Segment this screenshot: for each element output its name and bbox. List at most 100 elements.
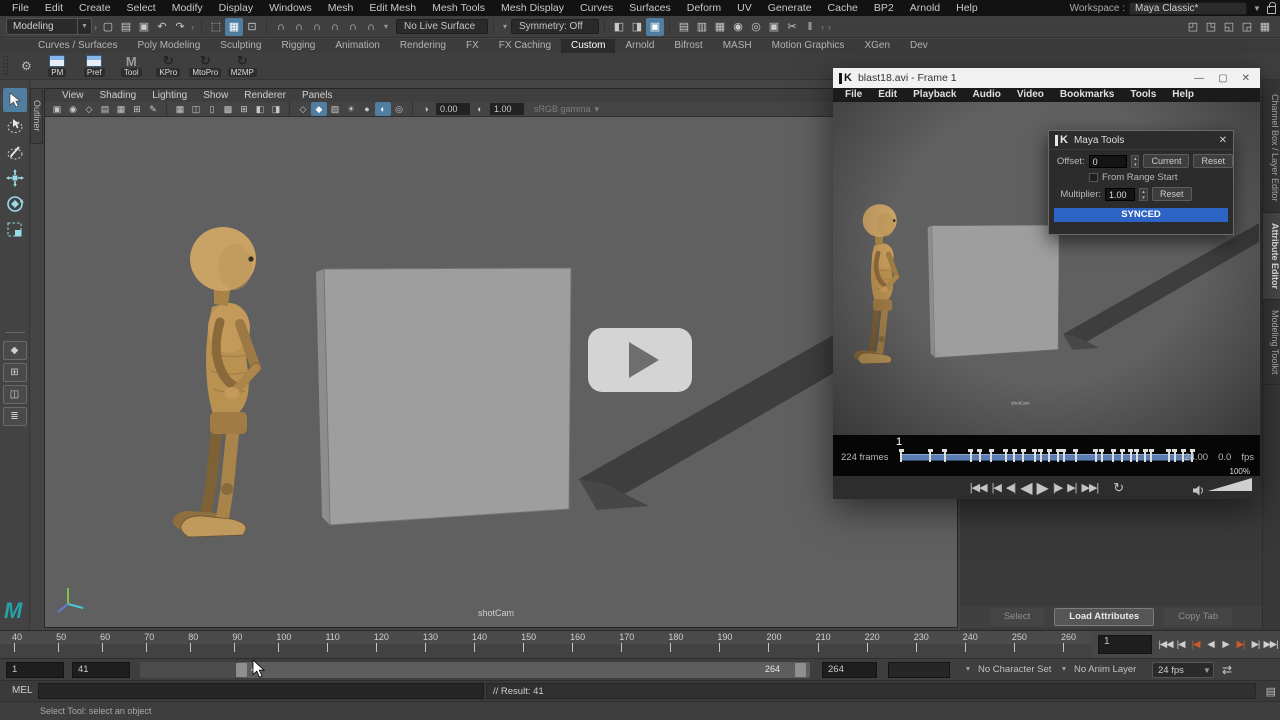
bookmark-tick[interactable] [1101, 449, 1103, 462]
bookmark-tick[interactable] [929, 449, 931, 462]
step-back-button[interactable]: ◀| [1006, 481, 1015, 494]
workspace-caret-icon[interactable]: ▼ [1251, 4, 1263, 13]
attribute-editor-toggle-icon[interactable]: ◱ [1220, 18, 1238, 36]
two-pane-layout-button[interactable]: ◫ [3, 385, 27, 404]
tab-modeling-toolkit[interactable]: Modeling Toolkit [1263, 300, 1280, 385]
minimize-button[interactable]: — [1194, 73, 1204, 84]
menu-item[interactable]: Edit [870, 88, 905, 102]
multiplier-spinner[interactable]: ▴▾ [1139, 188, 1148, 201]
offset-field[interactable]: 0 [1089, 155, 1128, 168]
shelf-item-tool[interactable]: M Tool [114, 55, 149, 77]
resolution-gate-icon[interactable]: ▯ [204, 102, 220, 116]
time-slider[interactable]: 4050607080901001101201301401501601701801… [0, 631, 1092, 658]
select-hierarchy-icon[interactable]: ⬚ [207, 18, 225, 36]
safe-title-icon[interactable]: ◨ [268, 102, 284, 116]
render-settings-icon[interactable]: ▤ [675, 18, 693, 36]
scale-tool[interactable] [3, 218, 27, 242]
synced-button[interactable]: SYNCED [1054, 208, 1228, 222]
menu-item[interactable]: View [55, 89, 91, 102]
dialog-titlebar[interactable]: K Maya Tools ✕ [1049, 131, 1233, 150]
menu-item[interactable]: UV [729, 0, 760, 16]
offset-spinner[interactable]: ▴▾ [1131, 155, 1139, 168]
bookmark-tick[interactable] [1174, 449, 1176, 462]
bookmark-tick[interactable] [900, 449, 902, 462]
bookmark-tick[interactable] [944, 449, 946, 462]
bookmark-tick[interactable] [1040, 449, 1042, 462]
volume-slider[interactable] [1208, 478, 1252, 491]
move-tool[interactable] [3, 166, 27, 190]
range-start-handle[interactable] [236, 663, 247, 677]
shelf-item-m2mp[interactable]: ↻ M2MP [225, 55, 260, 77]
load-attributes-button[interactable]: Load Attributes [1054, 608, 1154, 626]
shelf-tab[interactable]: Arnold [615, 39, 664, 53]
animation-start-field[interactable]: 1 [6, 662, 64, 678]
field-chart-icon[interactable]: ⊞ [236, 102, 252, 116]
lasso-tool[interactable] [3, 114, 27, 138]
menu-item[interactable]: Tools [1122, 88, 1164, 102]
menu-item[interactable]: Display [211, 0, 261, 16]
bookmark-tick[interactable] [1057, 449, 1059, 462]
select-tool[interactable] [3, 88, 27, 112]
maximize-button[interactable]: ▢ [1218, 73, 1227, 84]
command-language-toggle[interactable]: MEL [12, 685, 33, 696]
shelf-tab[interactable]: XGen [854, 39, 900, 53]
smooth-shade-icon[interactable]: ◆ [311, 102, 327, 116]
paint-select-tool[interactable] [3, 140, 27, 164]
redo-icon[interactable]: ↷ [171, 18, 189, 36]
playback-range[interactable] [238, 662, 810, 678]
shelf-item-kpro[interactable]: ↻ KPro [151, 55, 186, 77]
shelf-item-pref[interactable]: Pref [77, 55, 112, 77]
playback-start-field[interactable]: 41 [72, 662, 130, 678]
tab-outliner[interactable]: Outliner [30, 88, 43, 144]
skip-to-start-button[interactable]: |◀◀ [970, 481, 987, 494]
menu-item[interactable]: Bookmarks [1052, 88, 1122, 102]
lock-camera-icon[interactable]: ◉ [65, 102, 81, 116]
shelf-tab[interactable]: Bifrost [664, 39, 712, 53]
snap-caret-icon[interactable]: ▾ [380, 22, 392, 31]
multiplier-reset-button[interactable]: Reset [1152, 187, 1192, 201]
animation-end-field[interactable] [888, 662, 950, 678]
bookmark-tick[interactable] [1095, 449, 1097, 462]
script-editor-icon[interactable]: ▤ [1266, 685, 1276, 698]
grease-pencil-icon[interactable]: ✎ [145, 102, 161, 116]
character-set-dropdown[interactable]: ▼ No Character Set [962, 664, 1051, 675]
shelf-tab[interactable]: Sculpting [210, 39, 271, 53]
use-lights-icon[interactable]: ☀ [343, 102, 359, 116]
video-play-button[interactable] [588, 328, 692, 392]
menu-item[interactable]: BP2 [866, 0, 902, 16]
live-surface-field[interactable]: No Live Surface [396, 19, 488, 34]
menu-item[interactable]: Mesh Display [493, 0, 572, 16]
cut-icon[interactable]: ✂ [783, 18, 801, 36]
play-forward-button[interactable]: ▶ [1037, 478, 1048, 498]
menu-item[interactable]: Mesh [320, 0, 362, 16]
current-button[interactable]: Current [1143, 154, 1189, 168]
select-camera-icon[interactable]: ▣ [49, 102, 65, 116]
shelf-grip[interactable] [2, 55, 9, 77]
bookmark-tick[interactable] [1168, 449, 1170, 462]
menu-item[interactable]: Edit [37, 0, 71, 16]
bookmark-tick[interactable] [990, 449, 992, 462]
bookmark-icon[interactable]: ▤ [97, 102, 113, 116]
bookmark-tick[interactable] [1022, 449, 1024, 462]
playback-end-field[interactable]: 264 [822, 662, 877, 678]
close-icon[interactable]: ✕ [1219, 135, 1227, 146]
skip-to-end-button[interactable]: ▶▶| [1082, 481, 1099, 494]
gamma-icon[interactable]: ◐ [472, 102, 488, 116]
menu-item[interactable]: Renderer [237, 89, 293, 102]
workspace-value[interactable]: Maya Classic* [1129, 2, 1247, 15]
player-scrubber[interactable] [900, 454, 1191, 461]
menu-item[interactable]: Cache [820, 0, 866, 16]
viewport-canvas[interactable] [45, 117, 957, 627]
snap-grid-icon[interactable]: ∩ [272, 18, 290, 36]
colorspace-dropdown[interactable]: sRGB gamma ▾ [534, 104, 599, 115]
play-backward-button[interactable]: ◀ [1020, 478, 1031, 498]
menu-item[interactable]: Surfaces [621, 0, 678, 16]
command-line-input[interactable] [38, 683, 484, 699]
fps-dropdown[interactable]: 24 fps ▼ [1152, 662, 1214, 678]
shelf-tab[interactable]: Rendering [390, 39, 456, 53]
shelf-tab[interactable]: Custom [561, 39, 615, 53]
select-component-icon[interactable]: ⊡ [243, 18, 261, 36]
step-forward-frame-button[interactable]: ▶| [1248, 634, 1263, 655]
bookmark-tick[interactable] [1144, 449, 1146, 462]
shelf-item-mtopro[interactable]: ↻ MtoPro [188, 55, 223, 77]
